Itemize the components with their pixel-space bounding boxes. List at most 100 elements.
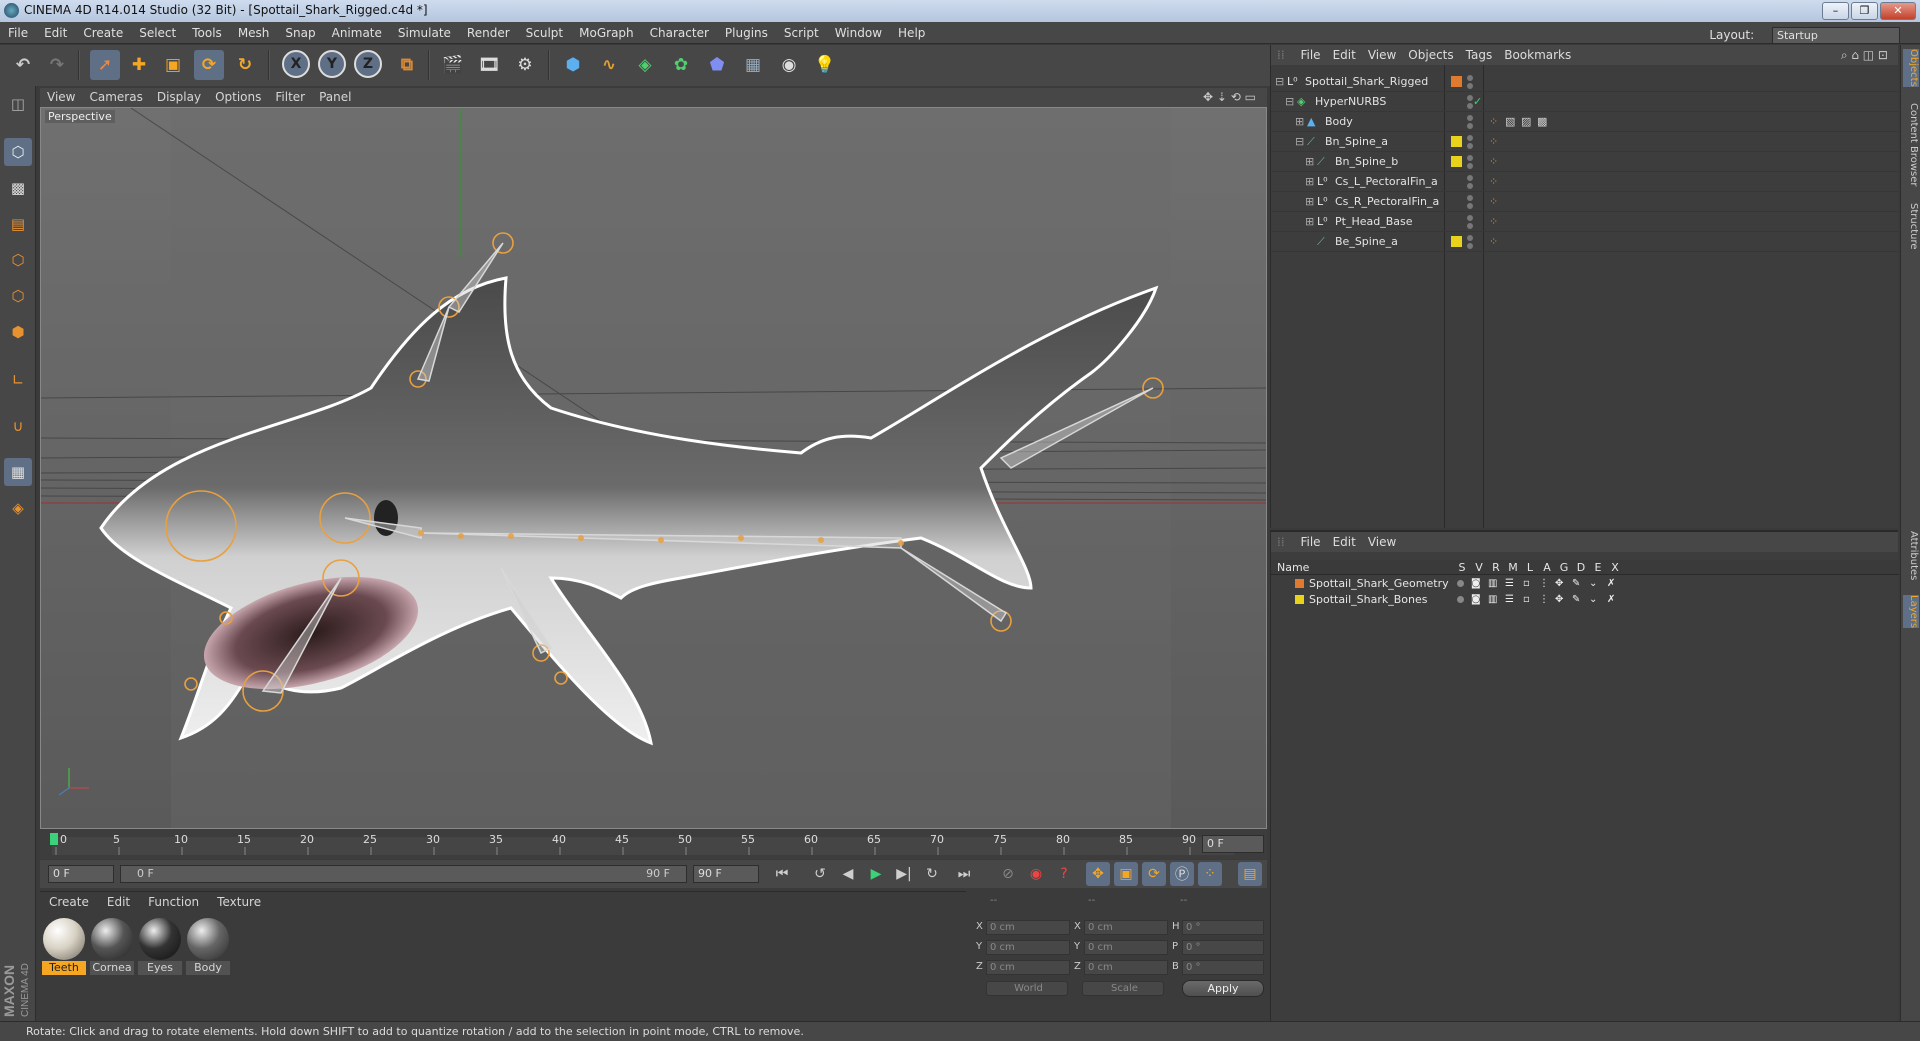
render-view-icon[interactable]: 🎬 bbox=[438, 50, 468, 80]
menu-file[interactable]: File bbox=[0, 22, 36, 44]
key-scale-icon[interactable]: ▣ bbox=[1114, 862, 1138, 886]
expressions-icon[interactable]: ⌄ bbox=[1589, 576, 1597, 591]
layer-row[interactable]: Spottail_Shark_Geometry ◙ ▥ ☰ ▫ ⋮ ✥ ✎ ⌄ … bbox=[1271, 576, 1899, 591]
animation-icon[interactable]: ⋮ bbox=[1539, 576, 1549, 591]
camera-icon[interactable]: ◉ bbox=[774, 50, 804, 80]
layer-menu-view[interactable]: View bbox=[1362, 532, 1402, 552]
key-rotation-icon[interactable]: ⟳ bbox=[1142, 862, 1166, 886]
recent-tool-icon[interactable]: ↻ bbox=[230, 50, 260, 80]
material-body[interactable]: Body bbox=[186, 918, 230, 976]
expressions-icon[interactable]: ⌄ bbox=[1589, 592, 1597, 607]
live-selection-icon[interactable]: ➚ bbox=[90, 50, 120, 80]
expand-icon[interactable]: ⊞ bbox=[1305, 152, 1314, 172]
editor-visibility-dot[interactable] bbox=[1467, 135, 1473, 141]
menu-snap[interactable]: Snap bbox=[277, 22, 323, 44]
texture-mode-icon[interactable]: ▩ bbox=[4, 174, 32, 202]
panel-grip-icon[interactable]: ⁞⁞ bbox=[1271, 532, 1291, 552]
visible-in-render-icon[interactable]: ▥ bbox=[1488, 576, 1497, 591]
layer-color-swatch[interactable] bbox=[1295, 595, 1304, 604]
material-menu-create[interactable]: Create bbox=[40, 892, 98, 912]
material-cornea[interactable]: Cornea bbox=[90, 918, 134, 976]
size-x-field[interactable]: 0 cm bbox=[1084, 920, 1168, 935]
object-row[interactable]: ⊟ L⁰ Spottail_Shark_Rigged bbox=[1271, 72, 1899, 92]
xref-icon[interactable]: ✗ bbox=[1607, 592, 1615, 607]
nurbs-icon[interactable]: ◈ bbox=[630, 50, 660, 80]
make-editable-icon[interactable]: ◫ bbox=[4, 90, 32, 118]
material-tag-icon[interactable]: ▧ bbox=[1505, 112, 1515, 132]
object-row[interactable]: ⊞ ▲ Body ⁘ ▧ ▨ ▩ bbox=[1271, 112, 1899, 132]
model-mode-icon[interactable]: ⬡ bbox=[4, 138, 32, 166]
rotation-h-field[interactable]: 0 ° bbox=[1182, 920, 1264, 935]
viewport-menu-view[interactable]: View bbox=[40, 88, 82, 107]
viewport-perspective[interactable]: Perspective bbox=[40, 107, 1267, 829]
render-visibility-dot[interactable] bbox=[1467, 143, 1473, 149]
editor-visibility-dot[interactable] bbox=[1467, 235, 1473, 241]
object-row[interactable]: ⊟ ⟋ Bn_Spine_a ⁘ bbox=[1271, 132, 1899, 152]
constraint-tag-icon[interactable]: ⁘ bbox=[1489, 172, 1498, 192]
locked-workplane-icon[interactable]: ◈ bbox=[4, 494, 32, 522]
editor-visibility-dot[interactable] bbox=[1467, 215, 1473, 221]
layout-select[interactable]: Startup bbox=[1772, 27, 1900, 44]
layer-menu-edit[interactable]: Edit bbox=[1327, 532, 1362, 552]
scheme-settings-icon[interactable]: ▤ bbox=[1238, 862, 1262, 886]
rotate-icon[interactable]: ⟳ bbox=[194, 50, 224, 80]
menu-script[interactable]: Script bbox=[776, 22, 827, 44]
move-icon[interactable]: ✚ bbox=[124, 50, 154, 80]
generators-icon[interactable]: ✥ bbox=[1555, 576, 1563, 591]
constraint-tag-icon[interactable]: ⁘ bbox=[1489, 212, 1498, 232]
tab-objects[interactable]: Objects bbox=[1903, 49, 1919, 87]
tab-attributes[interactable]: Attributes bbox=[1903, 531, 1919, 580]
visible-in-editor-icon[interactable]: ◙ bbox=[1471, 592, 1481, 607]
deformers-icon[interactable]: ✎ bbox=[1572, 592, 1580, 607]
expand-icon[interactable]: ⊟ bbox=[1295, 132, 1304, 152]
go-to-end-icon[interactable]: ⏭ bbox=[952, 862, 976, 886]
play-icon[interactable]: ▶ bbox=[864, 862, 888, 886]
object-row[interactable]: ⊟ ◈ HyperNURBS ✓ bbox=[1271, 92, 1899, 112]
solo-toggle[interactable] bbox=[1457, 580, 1464, 587]
expand-icon[interactable]: ⊟ bbox=[1285, 92, 1294, 112]
x-axis-lock-button[interactable]: X bbox=[282, 50, 310, 78]
go-to-next-key-icon[interactable]: ↻ bbox=[920, 862, 944, 886]
position-x-field[interactable]: 0 cm bbox=[986, 920, 1070, 935]
menu-animate[interactable]: Animate bbox=[324, 22, 390, 44]
object-menu-objects[interactable]: Objects bbox=[1402, 45, 1459, 65]
viewport-menu-filter[interactable]: Filter bbox=[268, 88, 312, 107]
object-row[interactable]: ⊞ L⁰ Cs_R_PectoralFin_a ⁘ bbox=[1271, 192, 1899, 212]
spline-icon[interactable]: ∿ bbox=[594, 50, 624, 80]
points-mode-icon[interactable]: ⬡ bbox=[4, 246, 32, 274]
preview-range-slider[interactable]: 0 F 90 F bbox=[120, 865, 687, 883]
rotation-b-field[interactable]: 0 ° bbox=[1182, 960, 1264, 975]
object-menu-view[interactable]: View bbox=[1362, 45, 1402, 65]
next-frame-icon[interactable]: ▶| bbox=[892, 862, 916, 886]
layer-color-swatch[interactable] bbox=[1295, 579, 1304, 588]
position-z-field[interactable]: 0 cm bbox=[986, 960, 1070, 975]
object-menu-file[interactable]: File bbox=[1294, 45, 1326, 65]
expand-icon[interactable]: ⊟ bbox=[1275, 72, 1284, 92]
minimize-button[interactable]: – bbox=[1822, 2, 1849, 20]
record-active-objects-icon[interactable]: ⊘ bbox=[996, 862, 1020, 886]
constraint-tag-icon[interactable]: ⁘ bbox=[1489, 192, 1498, 212]
generators-icon[interactable]: ✥ bbox=[1555, 592, 1563, 607]
menu-select[interactable]: Select bbox=[131, 22, 184, 44]
deformers-icon[interactable]: ✎ bbox=[1572, 576, 1580, 591]
coordinate-system-icon[interactable]: ⧉ bbox=[392, 50, 422, 80]
key-position-icon[interactable]: ✥ bbox=[1086, 862, 1110, 886]
enabled-check-icon[interactable]: ✓ bbox=[1473, 92, 1482, 112]
tab-structure[interactable]: Structure bbox=[1903, 203, 1919, 250]
close-button[interactable]: ✕ bbox=[1880, 2, 1916, 20]
object-row[interactable]: ⊞ ⟋ Bn_Spine_b ⁘ bbox=[1271, 152, 1899, 172]
render-settings-icon[interactable]: ⚙ bbox=[510, 50, 540, 80]
object-menu-tags[interactable]: Tags bbox=[1460, 45, 1499, 65]
floor-icon[interactable]: ▦ bbox=[738, 50, 768, 80]
render-visibility-dot[interactable] bbox=[1467, 163, 1473, 169]
layer-color-swatch[interactable] bbox=[1451, 136, 1462, 147]
object-menu-bookmarks[interactable]: Bookmarks bbox=[1498, 45, 1577, 65]
ik-tag-icon[interactable]: ⁘ bbox=[1489, 232, 1498, 252]
locked-icon[interactable]: ▫ bbox=[1523, 592, 1530, 607]
menu-render[interactable]: Render bbox=[459, 22, 518, 44]
menu-mesh[interactable]: Mesh bbox=[230, 22, 278, 44]
z-axis-lock-button[interactable]: Z bbox=[354, 50, 382, 78]
render-visibility-dot[interactable] bbox=[1467, 203, 1473, 209]
viewport-menu-cameras[interactable]: Cameras bbox=[82, 88, 149, 107]
editor-visibility-dot[interactable] bbox=[1467, 195, 1473, 201]
